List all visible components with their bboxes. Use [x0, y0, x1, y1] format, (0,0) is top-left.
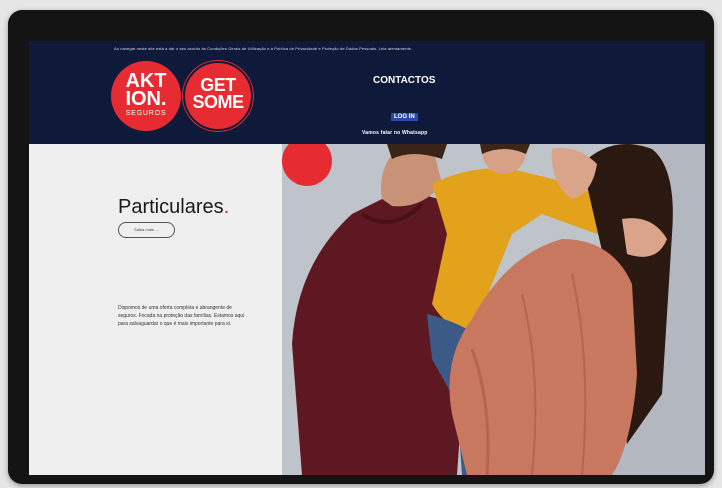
- site-header: Ao navegar neste site está a dar o seu a…: [29, 41, 705, 144]
- learn-more-button[interactable]: Saiba mais →: [118, 222, 175, 238]
- getsome-logo[interactable]: GET SOME: [183, 61, 253, 131]
- hero-description: Dispomos de uma oferta completa e abrang…: [118, 305, 245, 327]
- page-title-dot: .: [223, 196, 230, 218]
- aktion-logo-line2: ION.: [125, 88, 167, 110]
- aktion-logo[interactable]: AKT ION. SEGUROS: [111, 61, 181, 131]
- getsome-logo-line1: GET: [200, 75, 236, 95]
- browser-screen: Ao navegar neste site está a dar o seu a…: [29, 41, 705, 475]
- hero-family-image: [282, 144, 705, 475]
- whatsapp-link[interactable]: Vamos falar no Whatsapp: [362, 130, 427, 136]
- hero-text-panel: Particulares. Saiba mais → Dispomos de u…: [29, 144, 282, 475]
- device-frame: Ao navegar neste site está a dar o seu a…: [8, 10, 714, 484]
- page-title-text: Particulares: [118, 196, 224, 218]
- page-title: Particulares.: [118, 196, 229, 219]
- consent-notice: Ao navegar neste site está a dar o seu a…: [114, 46, 413, 51]
- nav-contactos-link[interactable]: CONTACTOS: [373, 75, 435, 86]
- aktion-logo-line3: SEGUROS: [125, 110, 167, 117]
- login-link[interactable]: LOG IN: [391, 113, 418, 121]
- getsome-logo-line2: SOME: [192, 92, 244, 112]
- family-illustration: [282, 144, 705, 475]
